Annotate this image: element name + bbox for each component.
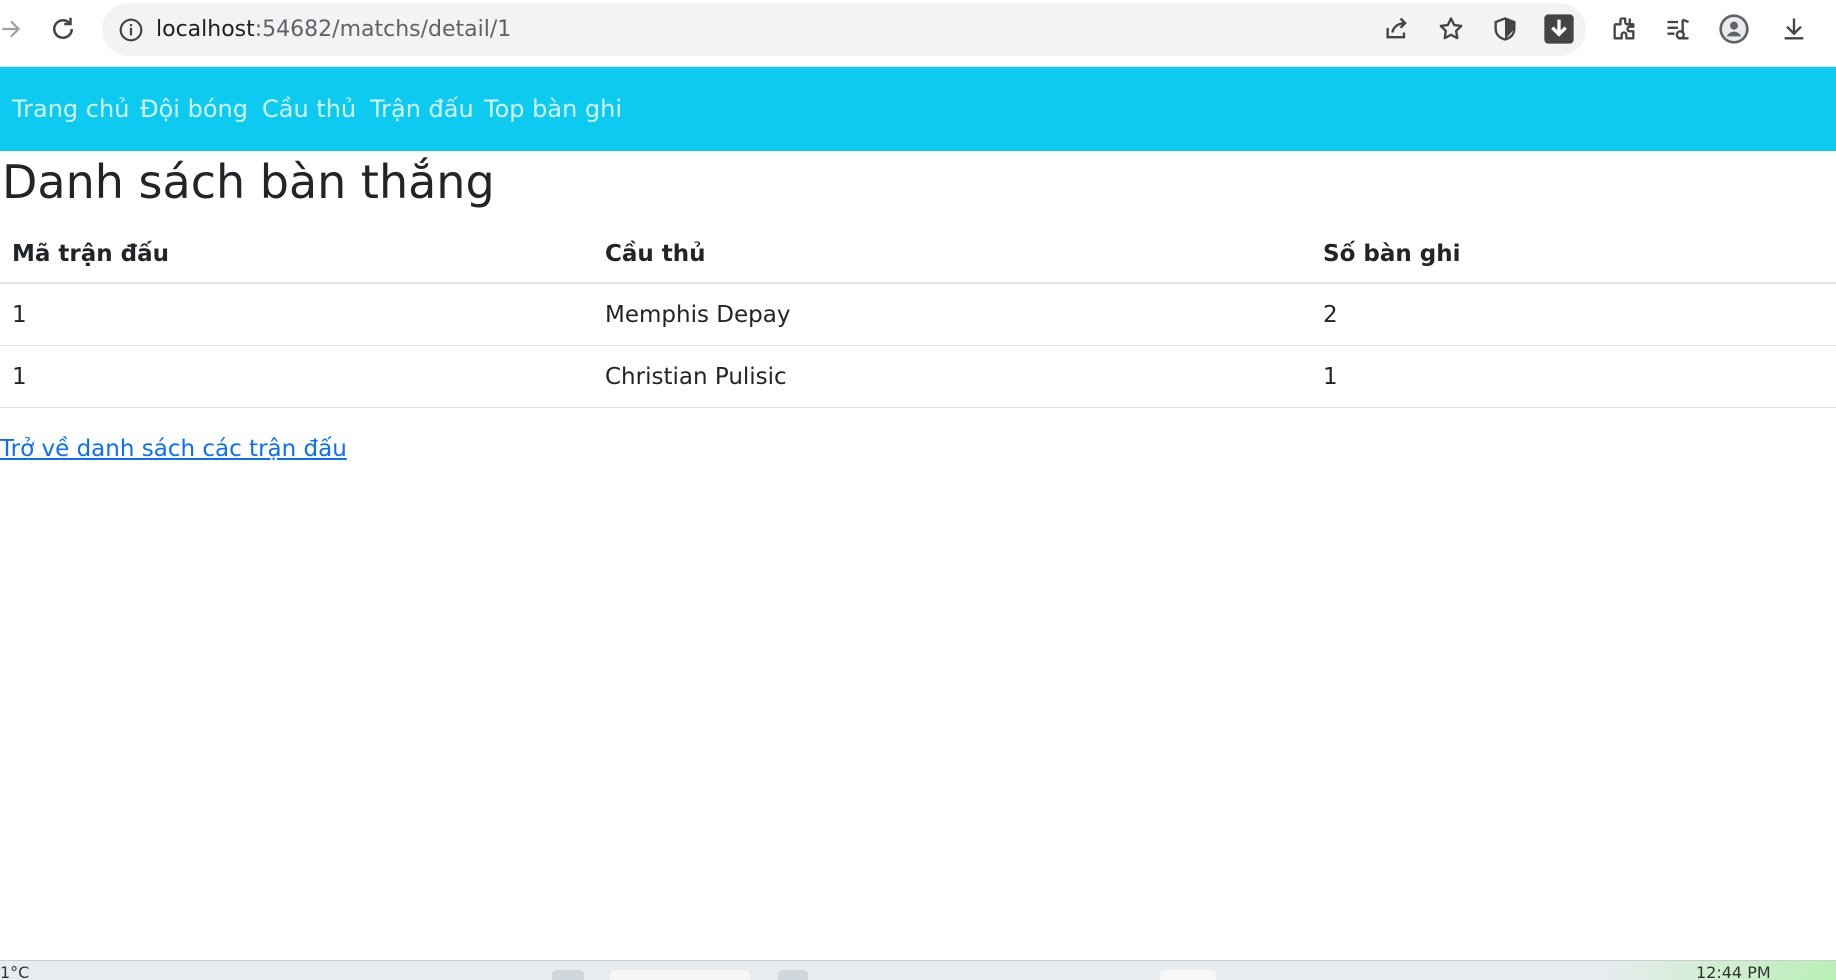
- address-bar[interactable]: localhost:54682/matchs/detail/1: [102, 3, 1586, 56]
- browser-toolbar: localhost:54682/matchs/detail/1: [0, 0, 1836, 67]
- download-badge-icon[interactable]: [1540, 10, 1578, 48]
- downloads-icon[interactable]: [1775, 10, 1813, 48]
- cell-player: Christian Pulisic: [593, 345, 1311, 408]
- column-header-player: Cầu thủ: [593, 226, 1311, 284]
- table-row: 1 Christian Pulisic 1: [0, 345, 1836, 408]
- shield-icon[interactable]: [1486, 10, 1524, 48]
- nav-link-players[interactable]: Cầu thủ: [262, 95, 356, 123]
- weather-text: 1°C: [0, 963, 30, 980]
- profile-icon[interactable]: [1715, 10, 1753, 48]
- table-row: 1 Memphis Depay 2: [0, 283, 1836, 346]
- reading-list-icon[interactable]: [1659, 10, 1697, 48]
- table-header-row: Mã trận đấu Cầu thủ Số bàn ghi: [0, 226, 1836, 284]
- os-taskbar: 1°C 12:44 PM: [0, 960, 1836, 980]
- extensions-icon[interactable]: [1605, 10, 1643, 48]
- page-title: Danh sách bàn thắng: [2, 155, 495, 209]
- nav-link-top-scorers[interactable]: Top bàn ghi: [484, 95, 622, 123]
- bookmark-star-icon[interactable]: [1432, 10, 1470, 48]
- url-text: localhost:54682/matchs/detail/1: [156, 16, 511, 44]
- url-path: :54682/matchs/detail/1: [254, 17, 512, 42]
- goals-table: Mã trận đấu Cầu thủ Số bàn ghi 1 Memphis…: [0, 226, 1836, 408]
- forward-icon[interactable]: [0, 10, 30, 48]
- site-info-icon[interactable]: [116, 15, 146, 45]
- column-header-goals: Số bàn ghi: [1311, 226, 1836, 284]
- cell-player: Memphis Depay: [593, 283, 1311, 346]
- reload-icon[interactable]: [44, 10, 82, 48]
- nav-link-matches[interactable]: Trận đấu: [370, 95, 474, 123]
- nav-link-home[interactable]: Trang chủ: [12, 95, 129, 123]
- cell-goals: 2: [1311, 283, 1836, 346]
- column-header-match-id: Mã trận đấu: [0, 226, 593, 284]
- top-navbar: Trang chủ Đội bóng Cầu thủ Trận đấu Top …: [0, 67, 1836, 151]
- back-to-matches-link[interactable]: Trở về danh sách các trận đấu: [0, 434, 347, 464]
- cell-match-id: 1: [0, 283, 593, 346]
- clock-text: 12:44 PM: [1696, 963, 1771, 980]
- share-icon[interactable]: [1378, 10, 1416, 48]
- url-host: localhost: [156, 17, 255, 42]
- nav-link-teams[interactable]: Đội bóng: [140, 95, 248, 123]
- cell-goals: 1: [1311, 345, 1836, 408]
- cell-match-id: 1: [0, 345, 593, 408]
